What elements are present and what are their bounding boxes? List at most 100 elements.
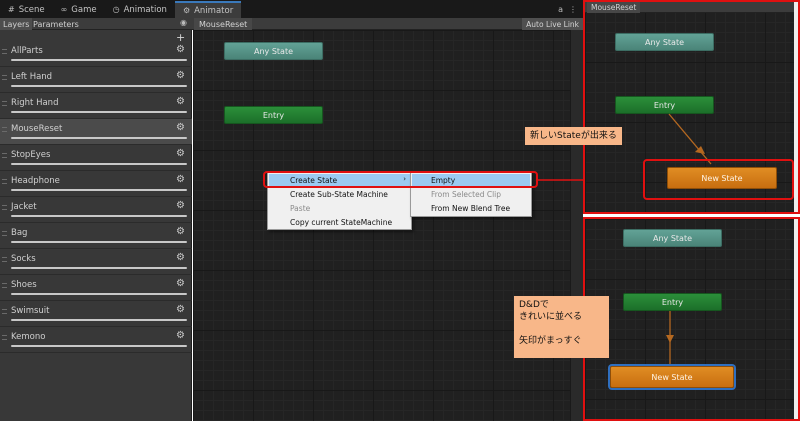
layer-row[interactable]: Jacket ⚙	[0, 197, 192, 223]
layer-row[interactable]: Kemono ⚙	[0, 327, 192, 353]
drag-handle-icon[interactable]	[2, 153, 7, 158]
entry-node[interactable]: Entry	[224, 106, 323, 124]
layer-row[interactable]: Left Hand ⚙	[0, 67, 192, 93]
clock-icon: ◷	[112, 5, 120, 14]
layer-name: Left Hand	[11, 72, 53, 82]
drag-handle-icon[interactable]	[2, 231, 7, 236]
gear-icon[interactable]: ⚙	[176, 148, 185, 159]
layer-weight-slider[interactable]	[11, 189, 187, 191]
layer-name: Socks	[11, 254, 36, 264]
divider	[0, 352, 192, 353]
any-state-node[interactable]: Any State	[224, 42, 323, 60]
any-state-node: Any State	[615, 33, 714, 51]
layer-row[interactable]: Socks ⚙	[0, 249, 192, 275]
any-state-node: Any State	[623, 229, 722, 247]
drag-handle-icon[interactable]	[2, 309, 7, 314]
lock-icon[interactable]: a	[558, 5, 563, 14]
layers-panel: + AllParts ⚙ Left Hand ⚙ Right Hand ⚙ MouseRes…	[0, 30, 192, 421]
layer-weight-slider[interactable]	[11, 241, 187, 243]
window-tab-strip: # Scene ∞ Game ◷ Animation ⚙ Animator a ⋮	[0, 0, 583, 18]
layer-name: Swimsuit	[11, 306, 50, 316]
drag-handle-icon[interactable]	[2, 179, 7, 184]
layer-row[interactable]: MouseReset ⚙	[0, 119, 192, 145]
gear-icon[interactable]: ⚙	[176, 226, 185, 237]
more-menu-icon[interactable]: ⋮	[569, 5, 577, 14]
layer-row[interactable]: AllParts ⚙	[0, 41, 192, 67]
animator-toolbar: Layers Parameters ◉ MouseReset Auto Live…	[0, 18, 583, 30]
parameters-tab[interactable]: Parameters	[30, 18, 82, 30]
submenu-item-from-selected-clip: From Selected Clip	[431, 190, 502, 199]
transition-arrow	[666, 311, 674, 365]
gear-icon[interactable]: ⚙	[176, 44, 185, 55]
panel-breadcrumb: MouseReset	[587, 2, 641, 13]
layer-weight-slider[interactable]	[11, 267, 187, 269]
tab-game[interactable]: ∞ Game	[53, 1, 105, 18]
gear-icon[interactable]: ⚙	[176, 278, 185, 289]
layer-weight-slider[interactable]	[11, 345, 187, 347]
menu-item-copy-state-machine[interactable]: Copy current StateMachine	[290, 218, 392, 227]
layer-row[interactable]: Swimsuit ⚙	[0, 301, 192, 327]
create-state-highlight-frame	[263, 171, 538, 188]
drag-handle-icon[interactable]	[2, 101, 7, 106]
tab-animator[interactable]: ⚙ Animator	[174, 1, 242, 18]
layer-row[interactable]: Headphone ⚙	[0, 171, 192, 197]
menu-item-create-sub-state-machine[interactable]: Create Sub-State Machine	[290, 190, 388, 199]
layer-weight-slider[interactable]	[11, 59, 187, 61]
layer-name: StopEyes	[11, 150, 51, 160]
drag-handle-icon[interactable]	[2, 49, 7, 54]
gear-icon[interactable]: ⚙	[176, 174, 185, 185]
drag-handle-icon[interactable]	[2, 127, 7, 132]
layer-name: AllParts	[11, 46, 43, 56]
animator-icon: ⚙	[182, 6, 191, 15]
entry-node: Entry	[623, 293, 722, 311]
gear-icon[interactable]: ⚙	[176, 330, 185, 341]
layer-row[interactable]: StopEyes ⚙	[0, 145, 192, 171]
graph-scrollbar[interactable]	[570, 30, 583, 421]
layer-name: MouseReset	[11, 124, 63, 134]
layer-weight-slider[interactable]	[11, 85, 187, 87]
layer-weight-slider[interactable]	[11, 215, 187, 217]
panel-scrollbar	[794, 219, 798, 419]
gear-icon[interactable]: ⚙	[176, 122, 185, 133]
layer-row[interactable]: Right Hand ⚙	[0, 93, 192, 119]
drag-handle-icon[interactable]	[2, 205, 7, 210]
layer-weight-slider[interactable]	[11, 137, 187, 139]
layer-weight-slider[interactable]	[11, 111, 187, 113]
callout-new-state-created: 新しいStateが出来る	[525, 127, 622, 146]
submenu-item-from-new-blend-tree[interactable]: From New Blend Tree	[431, 204, 510, 213]
result-panel-arranged: Any State Entry New State	[583, 217, 800, 421]
tab-animation[interactable]: ◷ Animation	[105, 1, 175, 18]
gear-icon[interactable]: ⚙	[176, 252, 185, 263]
callout-drag-arrange: D&Dで きれいに並べる 矢印がまっすぐ	[514, 296, 609, 358]
layer-weight-slider[interactable]	[11, 319, 187, 321]
gamepad-icon: ∞	[60, 5, 68, 14]
layer-name: Bag	[11, 228, 28, 238]
drag-handle-icon[interactable]	[2, 283, 7, 288]
layer-weight-slider[interactable]	[11, 163, 187, 165]
new-state-node: New State	[610, 366, 734, 388]
layer-weight-slider[interactable]	[11, 293, 187, 295]
layer-name: Shoes	[11, 280, 37, 290]
layer-row[interactable]: Shoes ⚙	[0, 275, 192, 301]
menu-item-paste: Paste	[290, 204, 311, 213]
auto-live-link-button[interactable]: Auto Live Link	[522, 18, 583, 30]
layer-name: Kemono	[11, 332, 46, 342]
gear-icon[interactable]: ⚙	[176, 304, 185, 315]
drag-handle-icon[interactable]	[2, 75, 7, 80]
gear-icon[interactable]: ⚙	[176, 200, 185, 211]
gear-icon[interactable]: ⚙	[176, 70, 185, 81]
layer-row[interactable]: Bag ⚙	[0, 223, 192, 249]
layer-name: Right Hand	[11, 98, 59, 108]
scene-icon: #	[8, 5, 15, 14]
tab-scene[interactable]: # Scene	[0, 1, 53, 18]
panel-scrollbar	[794, 2, 798, 212]
gear-icon[interactable]: ⚙	[176, 96, 185, 107]
layers-tab[interactable]: Layers	[0, 18, 33, 30]
layer-name: Jacket	[11, 202, 37, 212]
layer-name: Headphone	[11, 176, 60, 186]
new-state-highlight-frame	[643, 159, 794, 200]
drag-handle-icon[interactable]	[2, 335, 7, 340]
drag-handle-icon[interactable]	[2, 257, 7, 262]
breadcrumb[interactable]: MouseReset	[194, 18, 253, 30]
eye-icon[interactable]: ◉	[180, 18, 187, 27]
